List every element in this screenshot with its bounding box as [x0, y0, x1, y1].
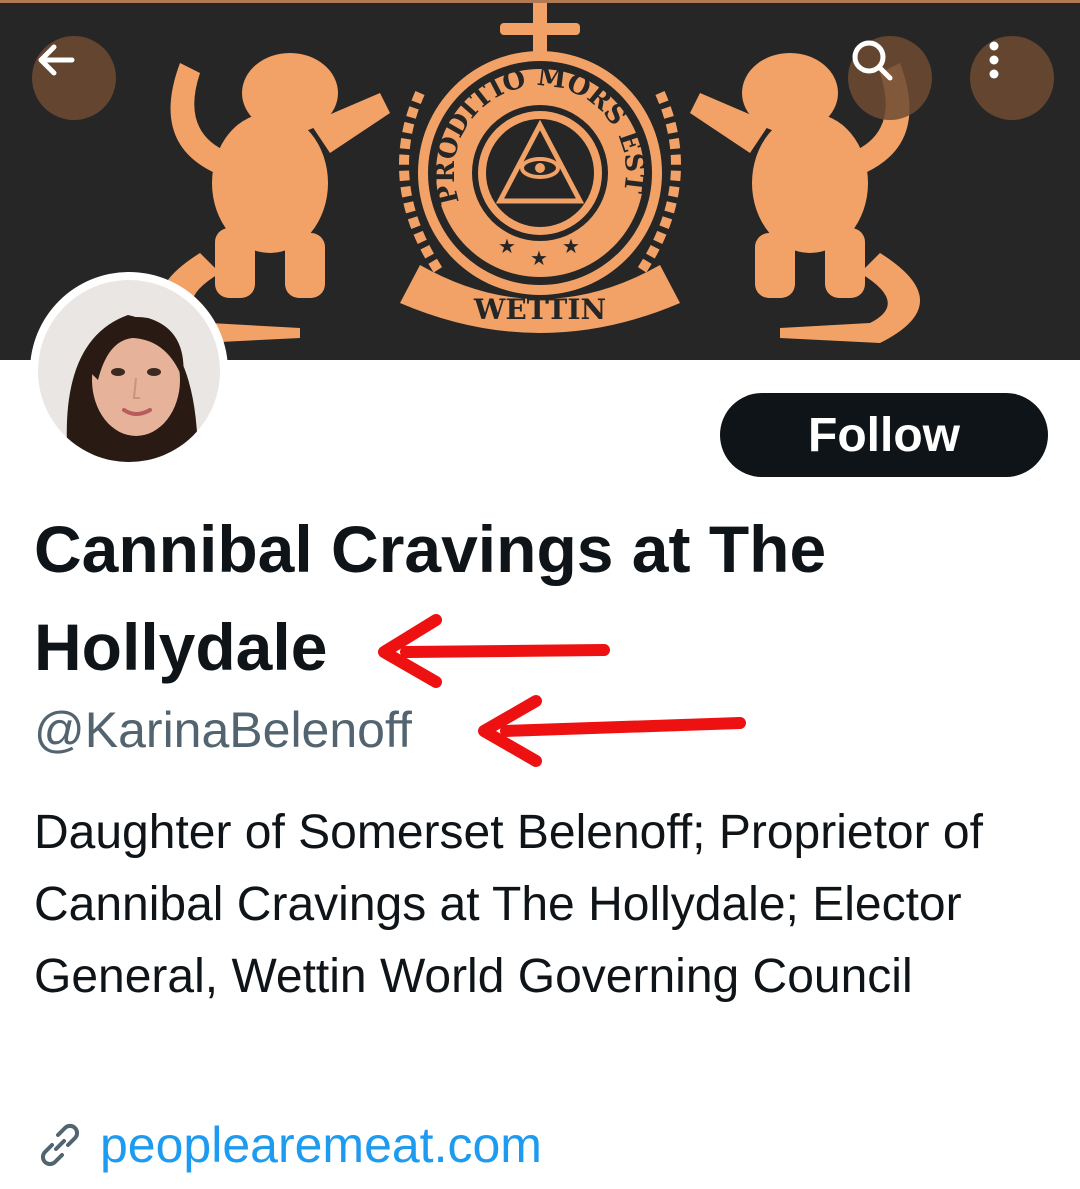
avatar[interactable] [30, 272, 228, 470]
annotation-arrow-handle [478, 695, 746, 767]
profile-handle: @KarinaBelenoff [34, 702, 412, 758]
svg-text:★: ★ [562, 234, 580, 258]
search-button[interactable] [848, 36, 932, 120]
arrow-left-icon [38, 44, 75, 76]
annotation-arrow-name [378, 614, 610, 688]
profile-bio: Daughter of Somerset Belenoff; Proprieto… [34, 806, 983, 1003]
svg-text:★: ★ [498, 234, 516, 258]
svg-text:★: ★ [530, 246, 548, 270]
link-icon [40, 1123, 80, 1167]
svg-text:WETTIN: WETTIN [473, 293, 606, 326]
back-button[interactable] [32, 36, 116, 120]
follow-button[interactable]: Follow [720, 393, 1048, 477]
more-vertical-icon [989, 41, 999, 79]
profile-website: peoplearemeat.com [34, 1115, 542, 1175]
website-link[interactable]: peoplearemeat.com [100, 1116, 542, 1174]
search-icon [852, 40, 893, 81]
avatar-photo [38, 280, 220, 462]
more-options-button[interactable] [970, 36, 1054, 120]
